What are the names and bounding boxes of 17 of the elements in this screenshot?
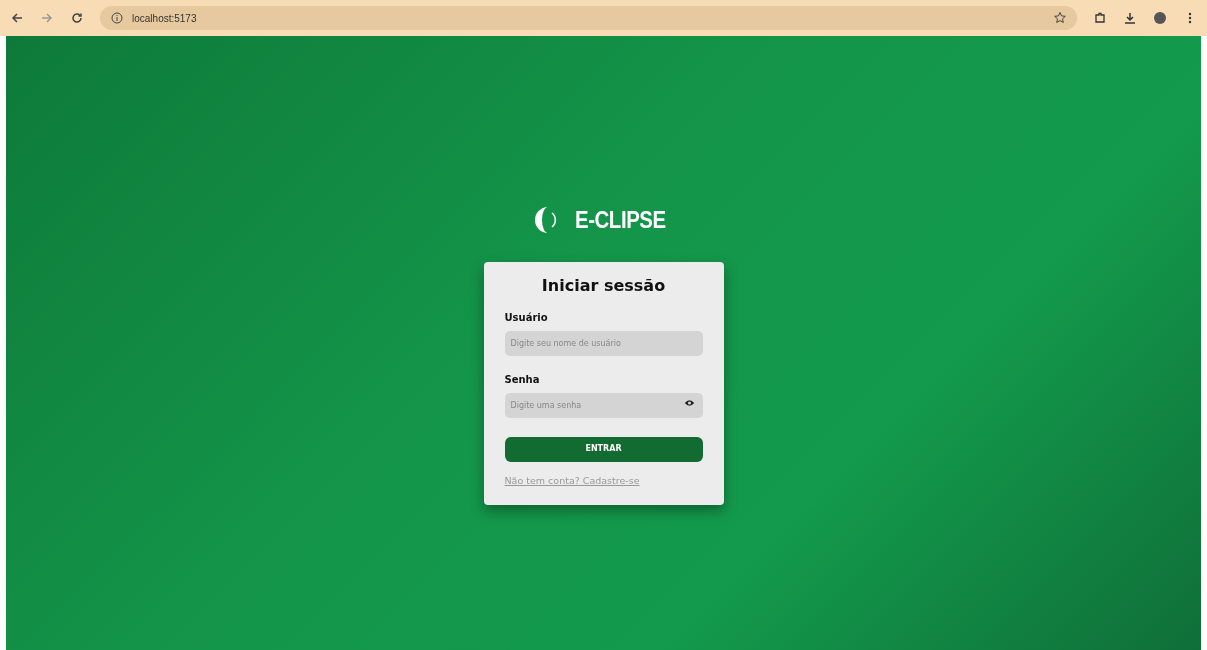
- username-field[interactable]: Digite seu nome de usuário: [504, 331, 703, 356]
- field-label: Senha: [504, 373, 541, 387]
- address-bar[interactable]: localhost:5173: [100, 6, 1077, 30]
- star-icon[interactable]: [1053, 11, 1067, 25]
- login-title: Iniciar sessão: [540, 275, 667, 297]
- url-text: localhost:5173: [132, 11, 198, 26]
- eye-icon[interactable]: [683, 399, 695, 407]
- reload-icon[interactable]: [70, 11, 84, 25]
- logo-text: E-CLIPSE: [575, 205, 666, 235]
- password-field[interactable]: Digite uma senha: [504, 393, 703, 418]
- download-icon[interactable]: [1123, 11, 1137, 25]
- field-label: Usuário: [504, 311, 549, 325]
- extension-icon[interactable]: [1093, 11, 1107, 25]
- info-icon[interactable]: [110, 11, 124, 25]
- submit-button[interactable]: ENTRAR: [504, 436, 703, 462]
- avatar-icon[interactable]: [1153, 11, 1167, 25]
- back-icon[interactable]: [10, 11, 24, 25]
